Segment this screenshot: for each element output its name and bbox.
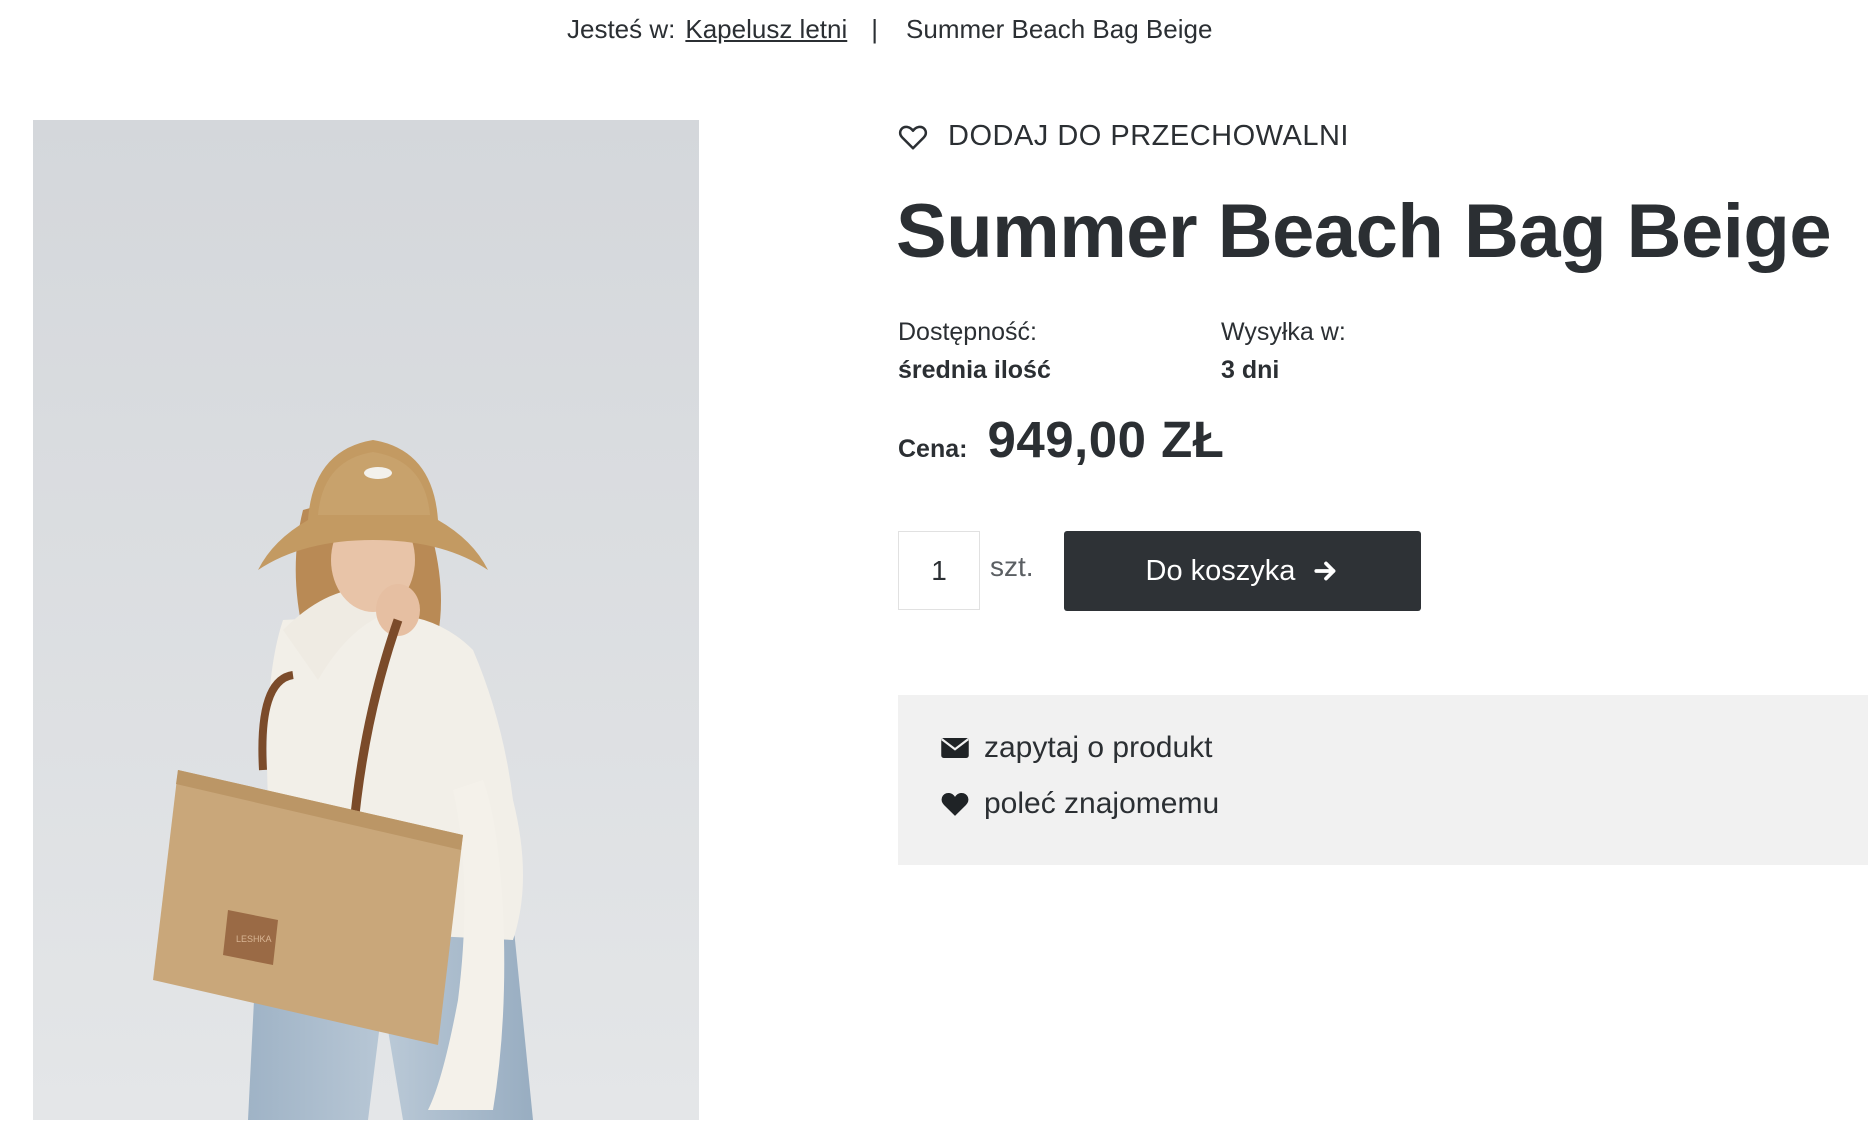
envelope-icon (941, 738, 969, 758)
ask-about-product-link[interactable]: zapytaj o produkt (940, 731, 1212, 765)
breadcrumb-prefix: Jesteś w: (567, 14, 676, 44)
add-to-cart-button[interactable]: Do koszyka (1064, 531, 1421, 611)
arrow-right-icon (1314, 561, 1336, 581)
add-to-cart-label: Do koszyka (1145, 554, 1296, 587)
shipping-value: 3 dni (1221, 356, 1280, 384)
breadcrumb-current: Summer Beach Bag Beige (906, 14, 1213, 44)
quantity-input[interactable] (898, 531, 980, 610)
product-title: Summer Beach Bag Beige (896, 189, 1832, 274)
price-value: 949,00 ZŁ (987, 411, 1225, 468)
ask-about-product-label: zapytaj o produkt (984, 731, 1213, 764)
quantity-unit: szt. (990, 551, 1034, 582)
heart-icon (941, 792, 969, 816)
price-label: Cena: (898, 435, 968, 463)
availability: Dostępność: średnia ilość (898, 313, 1051, 389)
add-to-wishlist-button[interactable]: DODAJ DO PRZECHOWALNI (898, 120, 1349, 153)
availability-value: średnia ilość (898, 356, 1051, 384)
availability-label: Dostępność: (898, 318, 1037, 346)
shipping-label: Wysyłka w: (1221, 318, 1346, 346)
bag-logo-text: LESHKA (236, 934, 272, 944)
heart-outline-icon (898, 125, 928, 149)
product-actions-box: zapytaj o produkt poleć znajomemu (898, 695, 1868, 865)
product-image[interactable]: LESHKA (33, 120, 699, 1120)
breadcrumb-link-parent[interactable]: Kapelusz letni (685, 14, 847, 45)
wishlist-label: DODAJ DO PRZECHOWALNI (948, 120, 1349, 152)
breadcrumb-separator: | (871, 14, 879, 44)
shipping-time: Wysyłka w: 3 dni (1221, 313, 1346, 389)
recommend-to-friend-link[interactable]: poleć znajomemu (940, 787, 1219, 821)
recommend-to-friend-label: poleć znajomemu (984, 787, 1220, 820)
breadcrumb: Jesteś w: Kapelusz letni | Summer Beach … (567, 14, 1212, 45)
price: Cena: 949,00 ZŁ (898, 410, 1224, 469)
product-photo-illustration: LESHKA (33, 120, 699, 1120)
